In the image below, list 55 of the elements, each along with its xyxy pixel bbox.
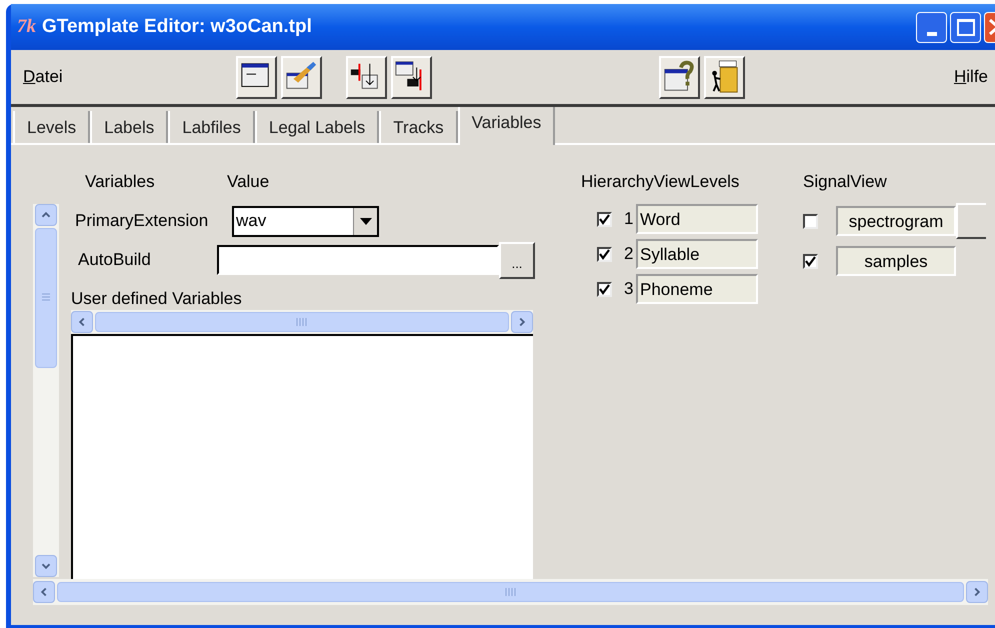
section-title: HierarchyViewLevels: [581, 171, 740, 193]
tab[interactable]: Legal Labels: [254, 111, 380, 143]
minimize-button[interactable]: [916, 12, 947, 42]
horizontal-scrollbar[interactable]: [71, 310, 533, 334]
dropdown-arrow-button[interactable]: [353, 208, 377, 234]
tab[interactable]: Labels: [90, 111, 168, 143]
extension-dropdown[interactable]: wav: [232, 206, 379, 236]
scroll-arrow-button[interactable]: [35, 204, 57, 226]
maximize-icon: [956, 18, 974, 36]
app-logo: 7k: [17, 14, 36, 39]
section-title: SignalView: [803, 171, 888, 193]
grip-icon: [42, 293, 50, 303]
scroll-arrow-button[interactable]: [511, 311, 533, 333]
column-header: Value: [227, 171, 270, 193]
caret-icon: [360, 218, 372, 224]
paintbrush-icon[interactable]: [280, 56, 322, 98]
checkbox[interactable]: [597, 212, 612, 226]
section-label: User defined Variables: [71, 288, 243, 310]
tab[interactable]: Levels: [13, 111, 90, 143]
level-name-field[interactable]: Phoneme: [636, 274, 758, 304]
checkbox[interactable]: [597, 246, 612, 262]
signal-option-button[interactable]: [956, 203, 986, 239]
menu-item[interactable]: Hilfe: [954, 64, 988, 90]
level-name-field[interactable]: Syllable: [636, 239, 758, 269]
checkbox[interactable]: [597, 282, 612, 296]
scroll-arrow-button[interactable]: [33, 581, 55, 603]
grip-icon: [504, 588, 516, 596]
tab[interactable]: Variables: [458, 107, 556, 145]
menu-item[interactable]: Datei: [23, 64, 63, 90]
browse-button[interactable]: ...: [499, 242, 535, 278]
level-number: 3: [624, 278, 634, 300]
window-title: GTemplate Editor: w3oCan.tpl: [42, 14, 312, 39]
grip-icon: [296, 318, 308, 326]
scroll-arrow-button[interactable]: [35, 555, 57, 577]
scroll-arrow-button[interactable]: [966, 581, 988, 603]
exit-door-icon[interactable]: [704, 56, 745, 98]
vertical-scrollbar[interactable]: [33, 204, 59, 577]
level-number: 1: [624, 208, 634, 230]
autobuild-field[interactable]: [217, 245, 499, 275]
checkbox[interactable]: [803, 214, 818, 228]
level-number: 2: [624, 243, 634, 266]
checkbox[interactable]: [803, 254, 818, 268]
signal-name-field[interactable]: spectrogram: [836, 206, 956, 236]
signal-name-field[interactable]: samples: [836, 246, 956, 276]
level-name-field[interactable]: Word: [636, 204, 758, 234]
tab[interactable]: Labfiles: [168, 111, 255, 143]
minimize-icon: [926, 32, 936, 36]
column-header: Variables: [85, 171, 156, 193]
window-icon[interactable]: [236, 56, 277, 98]
maximize-button[interactable]: [950, 12, 981, 42]
help-icon[interactable]: [658, 56, 700, 98]
scroll-arrow-button[interactable]: [71, 311, 93, 333]
field-label: AutoBuild: [77, 249, 152, 272]
field-label: PrimaryExtension: [74, 210, 210, 232]
horizontal-scrollbar[interactable]: [33, 579, 988, 605]
